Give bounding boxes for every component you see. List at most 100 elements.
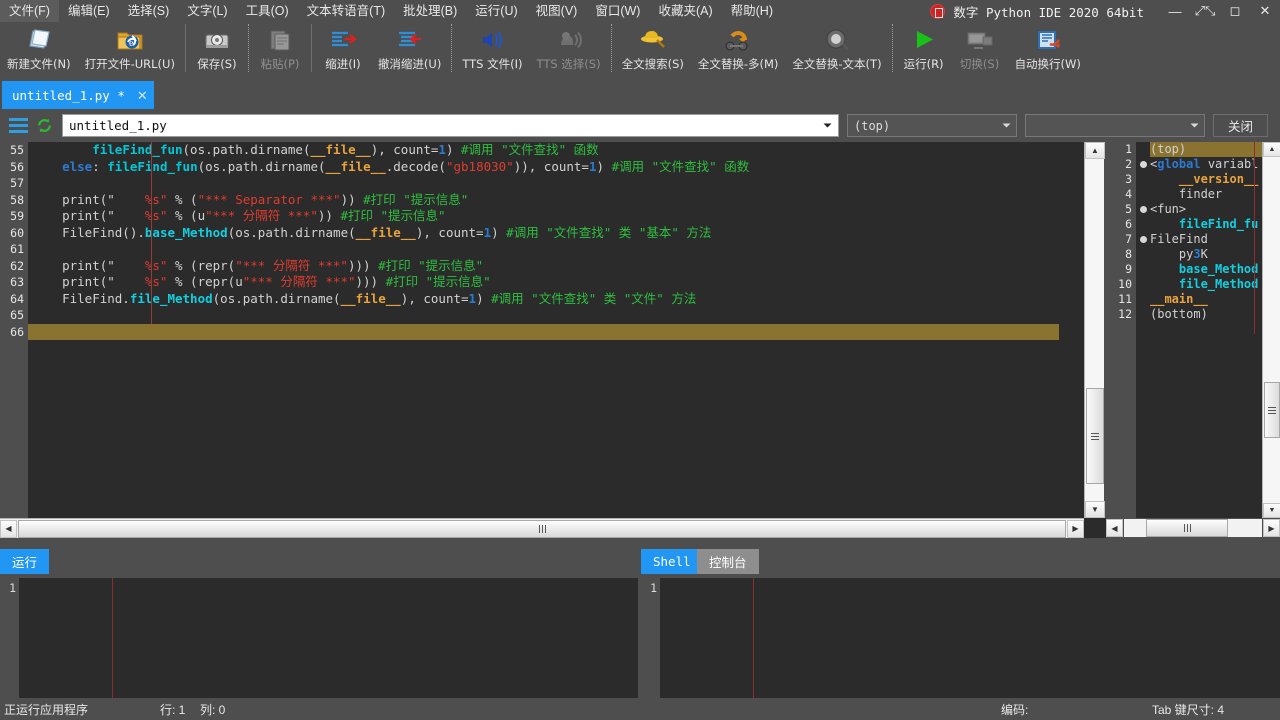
outline-vscroll-thumb[interactable]	[1264, 382, 1280, 438]
toolbar-button-17[interactable]: 运行(R)	[896, 22, 952, 78]
outline-horizontal-scrollbar[interactable]: ◀ ▶	[1106, 518, 1280, 538]
code-line[interactable]: print(" %s" % (repr("*** 分隔符 ***"))) #打印…	[28, 258, 1084, 275]
console-tab[interactable]: 控制台	[697, 549, 759, 574]
outline-hscroll-thumb[interactable]	[1146, 519, 1228, 537]
code-editor[interactable]: 555657585960616263646566 fileFind_fun(os…	[0, 142, 1084, 518]
code-line[interactable]	[28, 324, 1059, 341]
editor-code-surface[interactable]: fileFind_fun(os.path.dirname(__file__), …	[28, 142, 1084, 518]
outline-item[interactable]: <fun>	[1150, 202, 1262, 217]
scroll-left-icon[interactable]: ◀	[1106, 519, 1123, 537]
restore-icon[interactable]: ⤢⤡	[1190, 0, 1220, 22]
outline-hscroll-trough[interactable]	[1124, 519, 1262, 537]
editor-vscroll-thumb[interactable]	[1086, 388, 1104, 484]
code-line[interactable]	[28, 241, 1084, 258]
shell-tab[interactable]: Shell	[641, 549, 703, 574]
minimize-icon[interactable]: —	[1160, 0, 1190, 22]
close-icon[interactable]: ✕	[137, 89, 148, 102]
editor-hscroll-thumb[interactable]	[18, 520, 1066, 538]
toolbar-button-14[interactable]: 全文替换-多(M)	[691, 22, 786, 78]
toolbar-button-1[interactable]: e打开文件-URL(U)	[78, 22, 182, 78]
menu-item-9[interactable]: 窗口(W)	[586, 0, 649, 22]
editor-horizontal-scrollbar[interactable]: ◀ ▶	[0, 518, 1084, 538]
toolbar-button-19[interactable]: 自动换行(W)	[1008, 22, 1088, 78]
toolbar-button-0[interactable]: 新建文件(N)	[0, 22, 78, 78]
scroll-up-icon[interactable]: ▲	[1085, 142, 1105, 159]
menu-item-1[interactable]: 编辑(E)	[59, 0, 119, 22]
code-token: ))	[341, 192, 364, 207]
code-line[interactable]: else: fileFind_fun(os.path.dirname(__fil…	[28, 159, 1084, 176]
chevron-down-icon[interactable]	[997, 116, 1015, 135]
menu-item-8[interactable]: 视图(V)	[527, 0, 587, 22]
fold-dot-icon[interactable]	[1136, 157, 1150, 172]
line-number: 61	[0, 241, 28, 258]
menu-item-4[interactable]: 工具(O)	[237, 0, 298, 22]
toolbar-button-13[interactable]: 全文搜索(S)	[615, 22, 691, 78]
outline-item[interactable]: FileFind	[1150, 232, 1262, 247]
menu-item-0[interactable]: 文件(F)	[0, 0, 59, 22]
open-folder-icon: e	[115, 25, 145, 55]
menu-item-7[interactable]: 运行(U)	[466, 0, 526, 22]
code-line[interactable]: print(" %s" % (u"*** 分隔符 ***")) #打印 "提示信…	[28, 208, 1084, 225]
menu-item-10[interactable]: 收藏夹(A)	[649, 0, 721, 22]
menu-item-3[interactable]: 文字(L)	[178, 0, 236, 22]
outline-item[interactable]: __main__	[1150, 292, 1262, 307]
toolbar-separator	[892, 24, 893, 72]
close-file-button[interactable]: 关闭	[1213, 114, 1268, 137]
outline-item[interactable]: __version__	[1150, 172, 1262, 187]
editor-tab[interactable]: untitled_1.py * ✕	[2, 81, 154, 109]
outline-item[interactable]: py3K	[1150, 247, 1262, 262]
close-icon[interactable]: ✕	[1250, 0, 1280, 22]
outline-item[interactable]: <global variabl	[1150, 157, 1262, 172]
code-line[interactable]	[28, 175, 1084, 192]
outline-item[interactable]: (top)	[1150, 142, 1262, 157]
scroll-left-icon[interactable]: ◀	[0, 520, 17, 538]
outline-item[interactable]: file_Method	[1150, 277, 1262, 292]
toolbar-button-8[interactable]: 撤消缩进(U)	[371, 22, 448, 78]
menu-item-11[interactable]: 帮助(H)	[722, 0, 782, 22]
file-path-input[interactable]: untitled_1.py	[62, 114, 839, 137]
chevron-down-icon[interactable]	[819, 117, 836, 134]
refresh-icon[interactable]	[31, 117, 57, 134]
menu-item-6[interactable]: 批处理(B)	[394, 0, 466, 22]
toolbar-button-7[interactable]: 缩进(I)	[315, 22, 371, 78]
code-line[interactable]: FileFind().base_Method(os.path.dirname(_…	[28, 225, 1084, 242]
run-output-pane[interactable]: 1	[0, 578, 638, 698]
shell-pane-body[interactable]	[660, 578, 1280, 698]
outline-item[interactable]: fileFind_fu	[1150, 217, 1262, 232]
scroll-down-icon[interactable]: ▼	[1263, 503, 1280, 518]
fold-dot-icon[interactable]	[1136, 202, 1150, 217]
scroll-right-icon[interactable]: ▶	[1263, 519, 1280, 537]
code-line[interactable]: FileFind.file_Method(os.path.dirname(__f…	[28, 291, 1084, 308]
outline-item[interactable]: finder	[1150, 187, 1262, 202]
shell-pane[interactable]: 1	[641, 578, 1280, 698]
outline-token: variabl	[1201, 157, 1259, 171]
menu-item-5[interactable]: 文本转语音(T)	[298, 0, 394, 22]
fold-dot-icon[interactable]	[1136, 232, 1150, 247]
code-line[interactable]: print(" %s" % ("*** Separator ***")) #打印…	[28, 192, 1084, 209]
editor-vertical-scrollbar[interactable]: ▲ ▼	[1084, 142, 1104, 518]
maximize-icon[interactable]: ◻	[1220, 0, 1250, 22]
outline-item[interactable]: (bottom)	[1150, 307, 1262, 322]
scroll-up-icon[interactable]: ▲	[1263, 142, 1280, 157]
run-play-icon	[909, 25, 939, 55]
toolbar-button-3[interactable]: 保存(S)	[189, 22, 245, 78]
line-number: 58	[0, 192, 28, 209]
outline-vertical-scrollbar[interactable]: ▲ ▼	[1262, 142, 1280, 518]
hamburger-menu-icon[interactable]	[5, 118, 31, 133]
toolbar-button-10[interactable]: TTS 文件(I)	[455, 22, 529, 78]
outline-content[interactable]: (top)<global variabl __version__ finder<…	[1150, 142, 1262, 518]
outline-item[interactable]: base_Method	[1150, 262, 1262, 277]
menu-item-2[interactable]: 选择(S)	[119, 0, 179, 22]
member-select[interactable]	[1025, 114, 1205, 137]
code-line[interactable]: print(" %s" % (repr(u"*** 分隔符 ***"))) #打…	[28, 274, 1084, 291]
toolbar-button-15[interactable]: 全文替换-文本(T)	[785, 22, 888, 78]
scroll-right-icon[interactable]: ▶	[1067, 520, 1084, 538]
scroll-down-icon[interactable]: ▼	[1085, 501, 1105, 518]
run-pane-body[interactable]	[19, 578, 638, 698]
run-tab[interactable]: 运行	[0, 549, 49, 574]
chevron-down-icon[interactable]	[1185, 116, 1203, 135]
code-line[interactable]: fileFind_fun(os.path.dirname(__file__), …	[28, 142, 1084, 159]
code-line[interactable]	[28, 307, 1084, 324]
outline-fold-markers[interactable]	[1136, 142, 1150, 518]
scope-select[interactable]: (top)	[847, 114, 1017, 137]
